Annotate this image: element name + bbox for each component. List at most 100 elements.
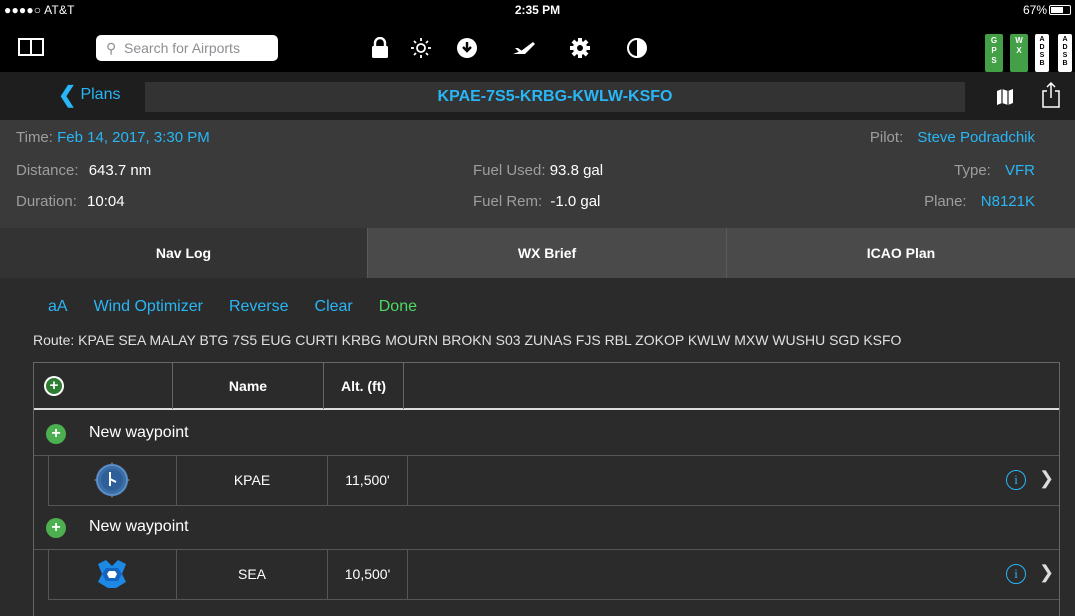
new-waypoint-label: New waypoint	[89, 424, 189, 441]
vortac-icon	[98, 560, 126, 588]
fuel-used-label: Fuel Used:	[473, 162, 546, 179]
distance-row: Distance: 643.7 nm	[16, 162, 151, 179]
badge-letter: B	[1062, 60, 1068, 67]
badge-letter: X	[1016, 46, 1022, 55]
chevron-right-icon[interactable]: ❯	[1039, 562, 1054, 583]
route-string: Route: KPAE SEA MALAY BTG 7S5 EUG CURTI …	[33, 332, 902, 348]
back-label: Plans	[80, 86, 121, 103]
duration-label: Duration:	[16, 193, 77, 210]
fuel-rem-row: Fuel Rem: -1.0 gal	[473, 193, 600, 210]
main-toolbar: ⚲ Search for Airports GPSWXADSBADSB	[0, 20, 1075, 72]
waypoint-icon-cell	[49, 550, 177, 599]
table-header: + Name Alt. (ft)	[34, 362, 1059, 410]
lock-icon[interactable]	[365, 33, 395, 63]
badge-letter: B	[1039, 60, 1045, 67]
done-button[interactable]: Done	[379, 298, 417, 316]
badge-letter: W	[1015, 36, 1023, 45]
fuel-used-row: Fuel Used: 93.8 gal	[473, 162, 603, 179]
navigation-bar: ❮ Plans KPAE-7S5-KRBG-KWLW-KSFO	[0, 72, 1075, 120]
back-button[interactable]: ❮ Plans	[58, 82, 121, 107]
add-waypoint-icon[interactable]: +	[44, 376, 64, 396]
search-placeholder: Search for Airports	[124, 40, 240, 56]
wx-badge[interactable]: WX	[1010, 34, 1028, 72]
share-icon[interactable]	[1041, 81, 1061, 113]
tab-icao-plan[interactable]: ICAO Plan	[726, 228, 1075, 278]
time-value[interactable]: Feb 14, 2017, 3:30 PM	[57, 129, 210, 146]
nav-log-actions: aA Wind Optimizer Reverse Clear Done	[48, 298, 443, 316]
font-size-button[interactable]: aA	[48, 298, 68, 316]
badge-letter: S	[1039, 52, 1045, 59]
clear-button[interactable]: Clear	[315, 298, 353, 316]
add-green-icon[interactable]: +	[46, 424, 66, 444]
table-row[interactable]: KPAE 11,500' i ❯	[48, 456, 1059, 506]
pilot-value[interactable]: Steve Podradchik	[917, 129, 1035, 146]
fuel-rem-value: -1.0 gal	[550, 193, 601, 210]
time-row: Time: Feb 14, 2017, 3:30 PM	[16, 129, 210, 146]
waypoint-name: KPAE	[177, 456, 328, 505]
search-icon: ⚲	[106, 40, 117, 56]
add-green-icon[interactable]: +	[46, 518, 66, 538]
new-waypoint-row[interactable]: + New waypoint	[34, 412, 1059, 456]
info-icon[interactable]: i	[1006, 470, 1026, 490]
status-bar: ●●●●○ AT&T 2:35 PM 67%	[0, 0, 1075, 20]
table-row[interactable]: SEA 10,500' i ❯	[48, 550, 1059, 600]
contrast-icon[interactable]	[622, 33, 652, 63]
duration-value: 10:04	[87, 193, 125, 210]
plane-value[interactable]: N8121K	[981, 193, 1035, 210]
waypoint-altitude[interactable]: 10,500'	[328, 550, 408, 599]
airport-icon	[94, 462, 130, 498]
plan-title-field[interactable]: KPAE-7S5-KRBG-KWLW-KSFO	[145, 82, 965, 112]
chevron-right-icon[interactable]: ❯	[1039, 468, 1054, 489]
gear-icon[interactable]	[565, 33, 595, 63]
fuel-rem-label: Fuel Rem:	[473, 193, 543, 210]
nav-log-panel: aA Wind Optimizer Reverse Clear Done Rou…	[0, 278, 1075, 616]
clock: 2:35 PM	[514, 3, 561, 17]
brightness-icon[interactable]	[406, 33, 436, 63]
type-value[interactable]: VFR	[1005, 162, 1035, 179]
battery-icon	[1049, 5, 1071, 15]
waypoint-altitude[interactable]: 11,500'	[328, 456, 408, 505]
duration-row: Duration: 10:04	[16, 193, 125, 210]
badge-letter: S	[991, 56, 997, 65]
badge-letter: A	[1039, 36, 1045, 43]
chevron-left-icon: ❮	[58, 82, 77, 107]
pilot-label: Pilot:	[869, 129, 904, 146]
plane-row: Plane: N8121K	[924, 193, 1035, 210]
gps-badge[interactable]: GPS	[985, 34, 1003, 72]
distance-label: Distance:	[16, 162, 79, 179]
badge-letter: G	[990, 36, 998, 45]
info-icon[interactable]: i	[1006, 564, 1026, 584]
plan-tabs: Nav Log WX Brief ICAO Plan	[0, 228, 1075, 278]
adsb-badge[interactable]: ADSB	[1035, 34, 1049, 72]
waypoint-name: SEA	[177, 550, 328, 599]
download-icon[interactable]	[452, 33, 482, 63]
type-label: Type:	[954, 162, 991, 179]
plane-label: Plane:	[924, 193, 967, 210]
pilot-row: Pilot: Steve Podradchik	[870, 129, 1035, 146]
plan-info-panel: Time: Feb 14, 2017, 3:30 PM Distance: 64…	[0, 120, 1075, 228]
battery-level	[1051, 7, 1063, 13]
add-column-header: +	[34, 363, 173, 409]
new-waypoint-row[interactable]: + New waypoint	[34, 506, 1059, 550]
sidebar-icon[interactable]	[18, 38, 44, 56]
badge-letter: D	[1039, 44, 1045, 51]
airport-search-input[interactable]: ⚲ Search for Airports	[96, 35, 278, 61]
badge-letter: D	[1062, 44, 1068, 51]
time-label: Time:	[16, 129, 53, 146]
badge-letter: A	[1062, 36, 1068, 43]
nav-log-table: + Name Alt. (ft) + New waypoint KPAE 11,…	[33, 362, 1060, 616]
airplane-icon[interactable]	[509, 33, 539, 63]
distance-value: 643.7 nm	[88, 162, 152, 179]
badge-letter: S	[1062, 52, 1068, 59]
fuel-used-value: 93.8 gal	[549, 162, 604, 179]
map-icon[interactable]	[996, 89, 1014, 110]
plan-title: KPAE-7S5-KRBG-KWLW-KSFO	[437, 88, 673, 105]
tab-nav-log[interactable]: Nav Log	[0, 228, 367, 278]
wind-optimizer-button[interactable]: Wind Optimizer	[94, 298, 203, 316]
badge-letter: P	[991, 46, 997, 55]
waypoint-icon-cell	[49, 456, 177, 505]
tab-wx-brief[interactable]: WX Brief	[367, 228, 726, 278]
reverse-button[interactable]: Reverse	[229, 298, 289, 316]
adsb-badge[interactable]: ADSB	[1058, 34, 1072, 72]
alt-column-header: Alt. (ft)	[324, 363, 404, 409]
